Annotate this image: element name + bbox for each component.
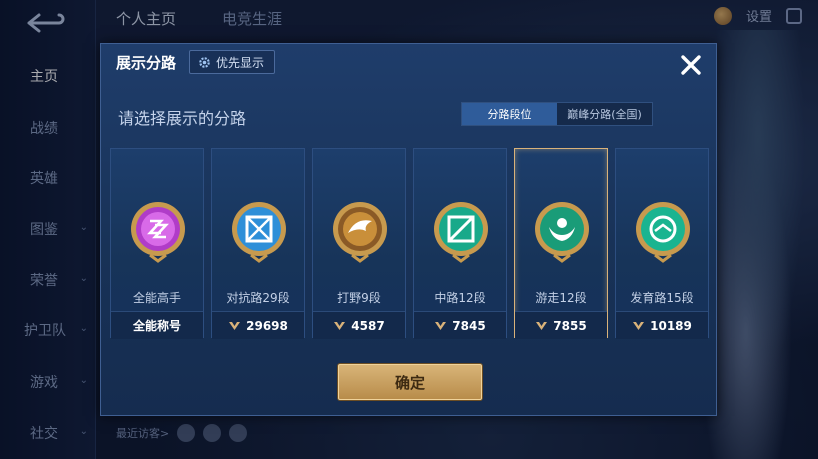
lane-card-mid[interactable]: 中路12段 7845 [413,148,507,339]
priority-display-label: 优先显示 [216,55,265,70]
score-icon [334,322,346,330]
lane-cards: 全能高手 全能称号 对抗路29段 29698 打野9段 4587 中路12段 7… [110,148,710,339]
tab-lane-rank[interactable]: 分路段位 [462,103,557,125]
priority-display-button[interactable]: 优先显示 [189,50,276,74]
close-button[interactable] [676,50,706,80]
mid-lane-badge-icon [434,202,488,263]
score-icon [229,322,241,330]
tab-peak-lane[interactable]: 巅峰分路(全国) [557,103,652,125]
lane-card-clash[interactable]: 对抗路29段 29698 [211,148,305,339]
lane-label: 中路12段 [434,291,486,305]
lane-label: 发育路15段 [630,291,694,305]
score-icon [633,322,645,330]
modal-title: 展示分路 [116,54,177,72]
lane-label: 全能高手 [132,291,181,305]
score-icon [536,322,548,330]
lane-footer-text: 全能称号 [132,319,181,333]
lane-score: 29698 [246,318,288,333]
lane-footer: 10189 [616,311,708,339]
lane-footer: 7845 [414,311,506,339]
segment-control: 分路段位 巅峰分路(全国) [461,102,653,126]
lane-footer: 7855 [515,311,607,339]
lane-score: 7855 [553,318,587,333]
lane-footer: 29698 [212,311,304,339]
lane-display-modal: 展示分路 优先显示 请选择展示的分路 分路段位 巅峰分路(全国) 全能高手 全能… [100,43,717,416]
jungle-badge-icon [333,202,387,263]
score-icon [435,322,447,330]
gear-icon [199,56,210,68]
lane-label: 游走12段 [535,291,587,305]
lane-score: 7845 [452,318,486,333]
confirm-button[interactable]: 确定 [338,364,482,400]
farm-lane-badge-icon [636,202,690,263]
lane-label: 打野9段 [337,291,381,305]
lane-card-roam[interactable]: 游走12段 7855 [514,148,608,339]
lane-score: 10189 [650,318,692,333]
modal-subtitle: 请选择展示的分路 [118,109,247,128]
lane-card-jungle[interactable]: 打野9段 4587 [312,148,406,339]
lane-footer: 4587 [313,311,405,339]
roam-badge-icon [535,202,589,263]
confirm-label: 确定 [394,373,425,392]
lane-label: 对抗路29段 [226,291,290,305]
clash-lane-badge-icon [232,202,286,263]
close-icon [681,55,701,75]
lane-card-all-round[interactable]: 全能高手 全能称号 [110,148,204,339]
all-round-badge-icon [131,202,185,263]
lane-card-farm[interactable]: 发育路15段 10189 [615,148,709,339]
lane-score: 4587 [351,318,385,333]
lane-footer: 全能称号 [111,311,203,339]
